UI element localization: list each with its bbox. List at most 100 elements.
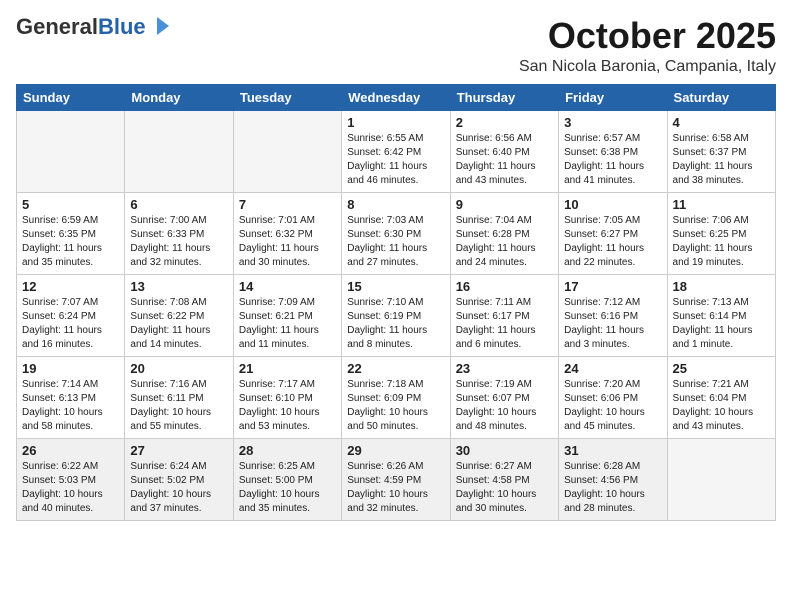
day-info: Sunrise: 7:10 AM Sunset: 6:19 PM Dayligh… <box>347 296 444 352</box>
day-info: Sunrise: 7:00 AM Sunset: 6:33 PM Dayligh… <box>130 214 227 270</box>
calendar-cell <box>667 438 775 520</box>
column-header-monday: Monday <box>125 84 233 110</box>
day-number: 26 <box>22 443 119 458</box>
day-number: 30 <box>456 443 553 458</box>
day-number: 10 <box>564 197 661 212</box>
day-info: Sunrise: 6:24 AM Sunset: 5:02 PM Dayligh… <box>130 460 227 516</box>
calendar-cell: 15 Sunrise: 7:10 AM Sunset: 6:19 PM Dayli… <box>342 274 450 356</box>
calendar-cell: 25 Sunrise: 7:21 AM Sunset: 6:04 PM Dayli… <box>667 356 775 438</box>
day-info: Sunrise: 7:03 AM Sunset: 6:30 PM Dayligh… <box>347 214 444 270</box>
calendar-cell: 11Sunrise: 7:06 AM Sunset: 6:25 PM Dayli… <box>667 192 775 274</box>
day-info: Sunrise: 7:09 AM Sunset: 6:21 PM Dayligh… <box>239 296 336 352</box>
day-number: 25 <box>673 361 770 376</box>
calendar-cell: 28 Sunrise: 6:25 AM Sunset: 5:00 PM Dayli… <box>233 438 341 520</box>
day-info: Sunrise: 6:26 AM Sunset: 4:59 PM Dayligh… <box>347 460 444 516</box>
day-info: Sunrise: 6:28 AM Sunset: 4:56 PM Dayligh… <box>564 460 661 516</box>
day-info: Sunrise: 6:55 AM Sunset: 6:42 PM Dayligh… <box>347 132 444 188</box>
calendar-cell: 23 Sunrise: 7:19 AM Sunset: 6:07 PM Dayli… <box>450 356 558 438</box>
day-number: 4 <box>673 115 770 130</box>
day-number: 23 <box>456 361 553 376</box>
page-header: GeneralBlue October 2025 San Nicola Baro… <box>16 16 776 76</box>
day-info: Sunrise: 6:25 AM Sunset: 5:00 PM Dayligh… <box>239 460 336 516</box>
day-number: 31 <box>564 443 661 458</box>
day-number: 28 <box>239 443 336 458</box>
calendar-cell: 8 Sunrise: 7:03 AM Sunset: 6:30 PM Daylig… <box>342 192 450 274</box>
column-header-wednesday: Wednesday <box>342 84 450 110</box>
calendar-cell: 20 Sunrise: 7:16 AM Sunset: 6:11 PM Dayli… <box>125 356 233 438</box>
calendar-cell: 14 Sunrise: 7:09 AM Sunset: 6:21 PM Dayli… <box>233 274 341 356</box>
day-info: Sunrise: 6:56 AM Sunset: 6:40 PM Dayligh… <box>456 132 553 188</box>
day-number: 18 <box>673 279 770 294</box>
day-info: Sunrise: 7:07 AM Sunset: 6:24 PM Dayligh… <box>22 296 119 352</box>
column-header-tuesday: Tuesday <box>233 84 341 110</box>
calendar-cell: 6Sunrise: 7:00 AM Sunset: 6:33 PM Daylig… <box>125 192 233 274</box>
calendar-cell: 17Sunrise: 7:12 AM Sunset: 6:16 PM Dayli… <box>559 274 667 356</box>
day-number: 21 <box>239 361 336 376</box>
day-info: Sunrise: 7:08 AM Sunset: 6:22 PM Dayligh… <box>130 296 227 352</box>
calendar-cell: 19 Sunrise: 7:14 AM Sunset: 6:13 PM Dayli… <box>17 356 125 438</box>
day-number: 22 <box>347 361 444 376</box>
calendar-week-4: 26 Sunrise: 6:22 AM Sunset: 5:03 PM Dayli… <box>17 438 776 520</box>
calendar-cell: 9Sunrise: 7:04 AM Sunset: 6:28 PM Daylig… <box>450 192 558 274</box>
column-header-friday: Friday <box>559 84 667 110</box>
calendar-cell: 18 Sunrise: 7:13 AM Sunset: 6:14 PM Dayli… <box>667 274 775 356</box>
calendar-title: October 2025 <box>519 16 776 56</box>
day-info: Sunrise: 7:21 AM Sunset: 6:04 PM Dayligh… <box>673 378 770 434</box>
day-info: Sunrise: 6:22 AM Sunset: 5:03 PM Dayligh… <box>22 460 119 516</box>
day-number: 8 <box>347 197 444 212</box>
calendar-cell: 22 Sunrise: 7:18 AM Sunset: 6:09 PM Dayli… <box>342 356 450 438</box>
day-number: 15 <box>347 279 444 294</box>
day-number: 17 <box>564 279 661 294</box>
calendar-cell <box>125 110 233 192</box>
day-info: Sunrise: 7:16 AM Sunset: 6:11 PM Dayligh… <box>130 378 227 434</box>
calendar-cell: 29 Sunrise: 6:26 AM Sunset: 4:59 PM Dayli… <box>342 438 450 520</box>
calendar-cell: 30 Sunrise: 6:27 AM Sunset: 4:58 PM Dayli… <box>450 438 558 520</box>
calendar-week-1: 5 Sunrise: 6:59 AM Sunset: 6:35 PM Daylig… <box>17 192 776 274</box>
calendar-cell: 12Sunrise: 7:07 AM Sunset: 6:24 PM Dayli… <box>17 274 125 356</box>
logo-text: GeneralBlue <box>16 16 146 38</box>
day-info: Sunrise: 7:14 AM Sunset: 6:13 PM Dayligh… <box>22 378 119 434</box>
calendar-table: SundayMondayTuesdayWednesdayThursdayFrid… <box>16 84 776 521</box>
day-info: Sunrise: 7:06 AM Sunset: 6:25 PM Dayligh… <box>673 214 770 270</box>
day-number: 7 <box>239 197 336 212</box>
day-number: 19 <box>22 361 119 376</box>
day-info: Sunrise: 7:20 AM Sunset: 6:06 PM Dayligh… <box>564 378 661 434</box>
title-block: October 2025 San Nicola Baronia, Campani… <box>519 16 776 76</box>
calendar-header-row: SundayMondayTuesdayWednesdayThursdayFrid… <box>17 84 776 110</box>
day-number: 1 <box>347 115 444 130</box>
column-header-saturday: Saturday <box>667 84 775 110</box>
day-info: Sunrise: 7:18 AM Sunset: 6:09 PM Dayligh… <box>347 378 444 434</box>
calendar-cell <box>233 110 341 192</box>
logo-icon <box>149 15 171 37</box>
day-number: 5 <box>22 197 119 212</box>
calendar-cell: 24 Sunrise: 7:20 AM Sunset: 6:06 PM Dayli… <box>559 356 667 438</box>
calendar-cell: 1 Sunrise: 6:55 AM Sunset: 6:42 PM Daylig… <box>342 110 450 192</box>
column-header-thursday: Thursday <box>450 84 558 110</box>
column-header-sunday: Sunday <box>17 84 125 110</box>
day-info: Sunrise: 6:27 AM Sunset: 4:58 PM Dayligh… <box>456 460 553 516</box>
day-info: Sunrise: 7:04 AM Sunset: 6:28 PM Dayligh… <box>456 214 553 270</box>
day-number: 24 <box>564 361 661 376</box>
logo: GeneralBlue <box>16 16 171 38</box>
calendar-week-0: 1 Sunrise: 6:55 AM Sunset: 6:42 PM Daylig… <box>17 110 776 192</box>
day-number: 2 <box>456 115 553 130</box>
calendar-cell: 7Sunrise: 7:01 AM Sunset: 6:32 PM Daylig… <box>233 192 341 274</box>
day-info: Sunrise: 7:19 AM Sunset: 6:07 PM Dayligh… <box>456 378 553 434</box>
calendar-body: 1 Sunrise: 6:55 AM Sunset: 6:42 PM Daylig… <box>17 110 776 520</box>
day-info: Sunrise: 7:13 AM Sunset: 6:14 PM Dayligh… <box>673 296 770 352</box>
calendar-cell: 10Sunrise: 7:05 AM Sunset: 6:27 PM Dayli… <box>559 192 667 274</box>
day-number: 20 <box>130 361 227 376</box>
day-number: 27 <box>130 443 227 458</box>
day-info: Sunrise: 6:59 AM Sunset: 6:35 PM Dayligh… <box>22 214 119 270</box>
calendar-cell: 16Sunrise: 7:11 AM Sunset: 6:17 PM Dayli… <box>450 274 558 356</box>
day-number: 3 <box>564 115 661 130</box>
calendar-cell: 4Sunrise: 6:58 AM Sunset: 6:37 PM Daylig… <box>667 110 775 192</box>
day-number: 13 <box>130 279 227 294</box>
day-number: 16 <box>456 279 553 294</box>
day-number: 14 <box>239 279 336 294</box>
calendar-cell: 26 Sunrise: 6:22 AM Sunset: 5:03 PM Dayli… <box>17 438 125 520</box>
day-number: 29 <box>347 443 444 458</box>
calendar-cell: 3Sunrise: 6:57 AM Sunset: 6:38 PM Daylig… <box>559 110 667 192</box>
calendar-cell: 21Sunrise: 7:17 AM Sunset: 6:10 PM Dayli… <box>233 356 341 438</box>
calendar-cell: 31 Sunrise: 6:28 AM Sunset: 4:56 PM Dayli… <box>559 438 667 520</box>
